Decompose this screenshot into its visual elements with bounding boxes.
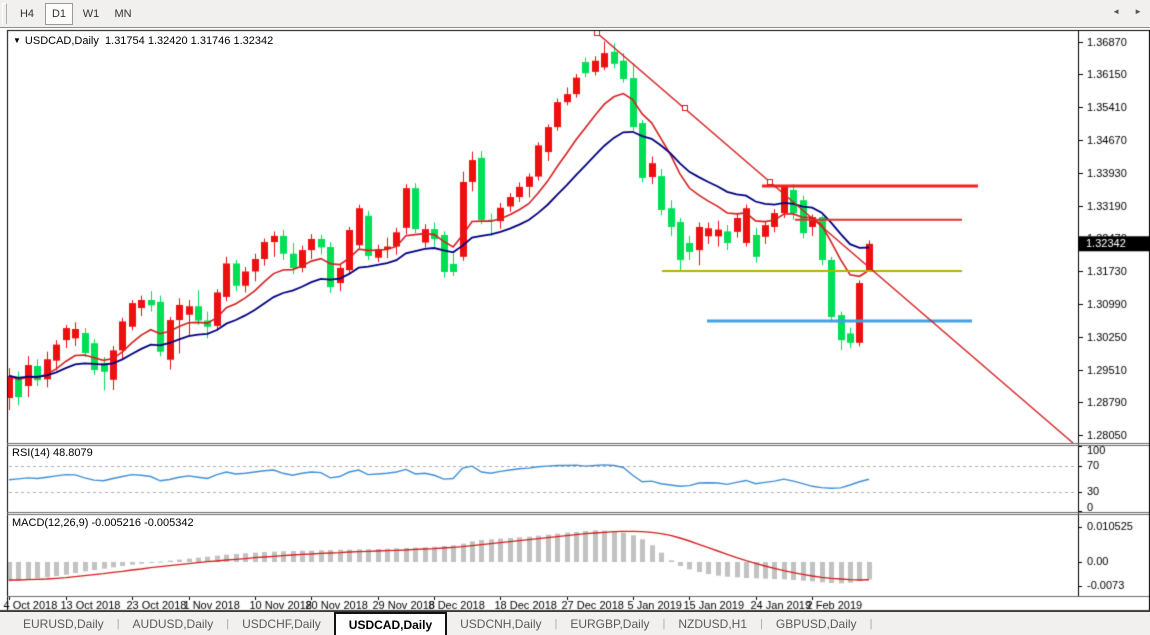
tab-separator: | [870, 612, 873, 635]
timeframe-toolbar: H4D1W1MN [0, 0, 1150, 28]
tab-scroll-left-icon[interactable]: ◄ [1112, 7, 1120, 16]
symbol-tab-gbpusd[interactable]: GBPUSD,Daily [763, 612, 870, 635]
timeframe-button-w1[interactable]: W1 [77, 3, 105, 25]
symbol-tabs: EURUSD,Daily|AUDUSD,Daily|USDCHF,DailyUS… [10, 612, 872, 635]
chart-title-symbol: USDCAD,Daily [25, 35, 99, 47]
timeframe-buttons: H4D1W1MN [13, 3, 141, 25]
tab-scroll-controls: ◄ ► [1112, 0, 1142, 23]
symbol-tabbar: EURUSD,Daily|AUDUSD,Daily|USDCHF,DailyUS… [0, 612, 1150, 635]
timeframe-button-d1[interactable]: D1 [45, 3, 73, 25]
tab-scroll-right-icon[interactable]: ► [1134, 7, 1142, 16]
symbol-tab-usdchf[interactable]: USDCHF,Daily [229, 612, 334, 635]
chart-dropdown-icon[interactable]: ▼ [13, 36, 21, 45]
toolbar-gripper-icon[interactable] [2, 3, 7, 24]
timeframe-button-h4[interactable]: H4 [13, 3, 41, 25]
chart-title: ▼ USDCAD,Daily 1.31754 1.32420 1.31746 1.… [13, 35, 273, 47]
symbol-tab-eurusd[interactable]: EURUSD,Daily [10, 612, 117, 635]
chart-title-quote: 1.31754 1.32420 1.31746 1.32342 [105, 35, 273, 47]
symbol-tab-nzdusd[interactable]: NZDUSD,H1 [665, 612, 760, 635]
chart-canvas[interactable] [0, 0, 1150, 635]
symbol-tab-usdcad[interactable]: USDCAD,Daily [334, 612, 447, 635]
mt4-chart-window: { "toolbar": { "timeframes": [ {"label":… [0, 0, 1150, 635]
rsi-indicator-label: RSI(14) 48.8079 [12, 447, 93, 459]
timeframe-button-mn[interactable]: MN [109, 3, 137, 25]
macd-indicator-label: MACD(12,26,9) -0.005216 -0.005342 [12, 517, 194, 529]
symbol-tab-usdcnh[interactable]: USDCNH,Daily [447, 612, 554, 635]
symbol-tab-audusd[interactable]: AUDUSD,Daily [120, 612, 227, 635]
symbol-tab-eurgbp[interactable]: EURGBP,Daily [557, 612, 662, 635]
